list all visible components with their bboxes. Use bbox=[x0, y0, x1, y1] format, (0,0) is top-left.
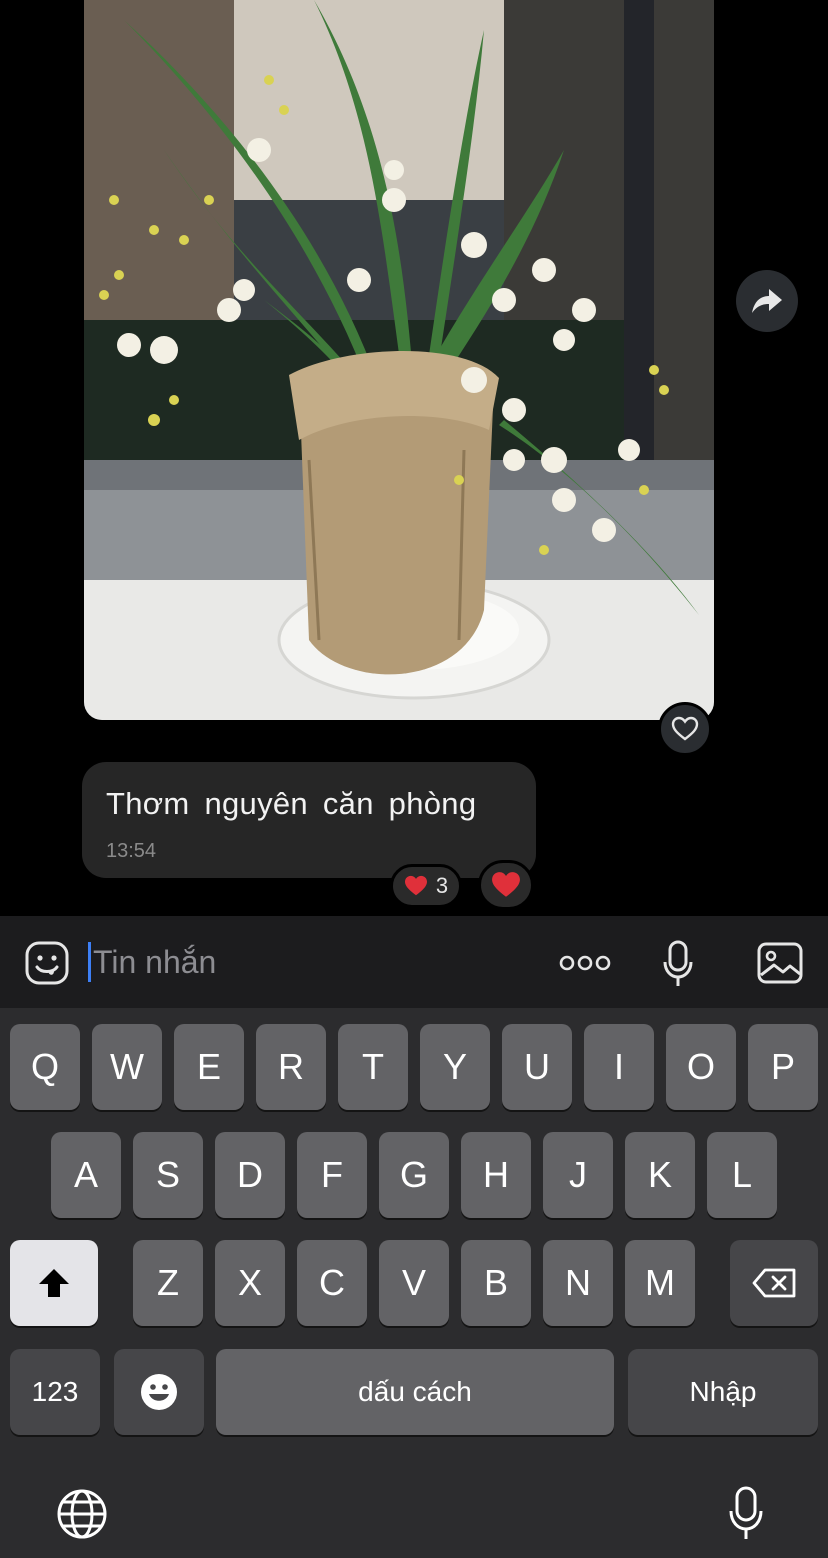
delete-key[interactable] bbox=[730, 1240, 818, 1326]
key-b[interactable]: B bbox=[461, 1240, 531, 1326]
language-switch-button[interactable] bbox=[54, 1486, 110, 1542]
message-input-placeholder: Tin nhắn bbox=[93, 943, 217, 980]
key-w[interactable]: W bbox=[92, 1024, 162, 1110]
key-v[interactable]: V bbox=[379, 1240, 449, 1326]
key-n[interactable]: N bbox=[543, 1240, 613, 1326]
voice-message-button[interactable] bbox=[656, 938, 700, 990]
space-key[interactable]: dấu cách bbox=[216, 1349, 614, 1435]
sticker-button[interactable] bbox=[22, 938, 72, 988]
photo-attachment[interactable] bbox=[84, 0, 714, 720]
key-y[interactable]: Y bbox=[420, 1024, 490, 1110]
key-m[interactable]: M bbox=[625, 1240, 695, 1326]
onscreen-keyboard: Q W E R T Y U I O P A S D F G H J K L Z … bbox=[0, 1008, 828, 1558]
heart-icon bbox=[404, 875, 427, 896]
reaction-summary[interactable]: 3 bbox=[390, 864, 462, 908]
key-r[interactable]: R bbox=[256, 1024, 326, 1110]
globe-icon bbox=[57, 1489, 107, 1539]
message-timestamp: 13:54 bbox=[106, 840, 157, 862]
key-o[interactable]: O bbox=[666, 1024, 736, 1110]
emoji-key[interactable] bbox=[114, 1349, 204, 1435]
sticker-face-icon bbox=[25, 941, 69, 985]
text-caret bbox=[88, 942, 91, 982]
more-dots-icon bbox=[559, 955, 611, 971]
forward-button[interactable] bbox=[736, 270, 798, 332]
microphone-icon bbox=[663, 940, 693, 986]
photo-like-button[interactable] bbox=[658, 702, 712, 756]
key-c[interactable]: C bbox=[297, 1240, 367, 1326]
key-e[interactable]: E bbox=[174, 1024, 244, 1110]
key-f[interactable]: F bbox=[297, 1132, 367, 1218]
message-input[interactable]: Tin nhắn bbox=[88, 938, 488, 986]
dictation-button[interactable] bbox=[722, 1484, 770, 1544]
key-h[interactable]: H bbox=[461, 1132, 531, 1218]
key-t[interactable]: T bbox=[338, 1024, 408, 1110]
microphone-icon bbox=[729, 1486, 763, 1539]
key-a[interactable]: A bbox=[51, 1132, 121, 1218]
key-z[interactable]: Z bbox=[133, 1240, 203, 1326]
message-composer: Tin nhắn bbox=[0, 916, 828, 1008]
key-s[interactable]: S bbox=[133, 1132, 203, 1218]
key-j[interactable]: J bbox=[543, 1132, 613, 1218]
image-icon bbox=[757, 942, 803, 984]
message-bubble[interactable]: Thơm nguyên căn phòng 13:54 bbox=[82, 762, 536, 878]
key-d[interactable]: D bbox=[215, 1132, 285, 1218]
return-key[interactable]: Nhập bbox=[628, 1349, 818, 1435]
add-reaction-button[interactable] bbox=[478, 860, 534, 910]
key-l[interactable]: L bbox=[707, 1132, 777, 1218]
gallery-button[interactable] bbox=[754, 938, 806, 988]
orchid-vase-photo bbox=[84, 0, 714, 720]
reaction-count: 3 bbox=[435, 873, 449, 898]
key-q[interactable]: Q bbox=[10, 1024, 80, 1110]
emoji-icon bbox=[141, 1374, 177, 1410]
share-arrow-icon bbox=[752, 289, 782, 313]
key-x[interactable]: X bbox=[215, 1240, 285, 1326]
numbers-key[interactable]: 123 bbox=[10, 1349, 100, 1435]
key-i[interactable]: I bbox=[584, 1024, 654, 1110]
key-p[interactable]: P bbox=[748, 1024, 818, 1110]
key-u[interactable]: U bbox=[502, 1024, 572, 1110]
key-k[interactable]: K bbox=[625, 1132, 695, 1218]
backspace-icon bbox=[752, 1268, 796, 1298]
more-options-button[interactable] bbox=[556, 946, 614, 980]
message-text: Thơm nguyên căn phòng bbox=[106, 786, 477, 821]
heart-icon bbox=[492, 872, 520, 897]
shift-arrow-icon bbox=[39, 1269, 69, 1297]
shift-key[interactable] bbox=[10, 1240, 98, 1326]
heart-outline-icon bbox=[671, 716, 699, 741]
key-g[interactable]: G bbox=[379, 1132, 449, 1218]
